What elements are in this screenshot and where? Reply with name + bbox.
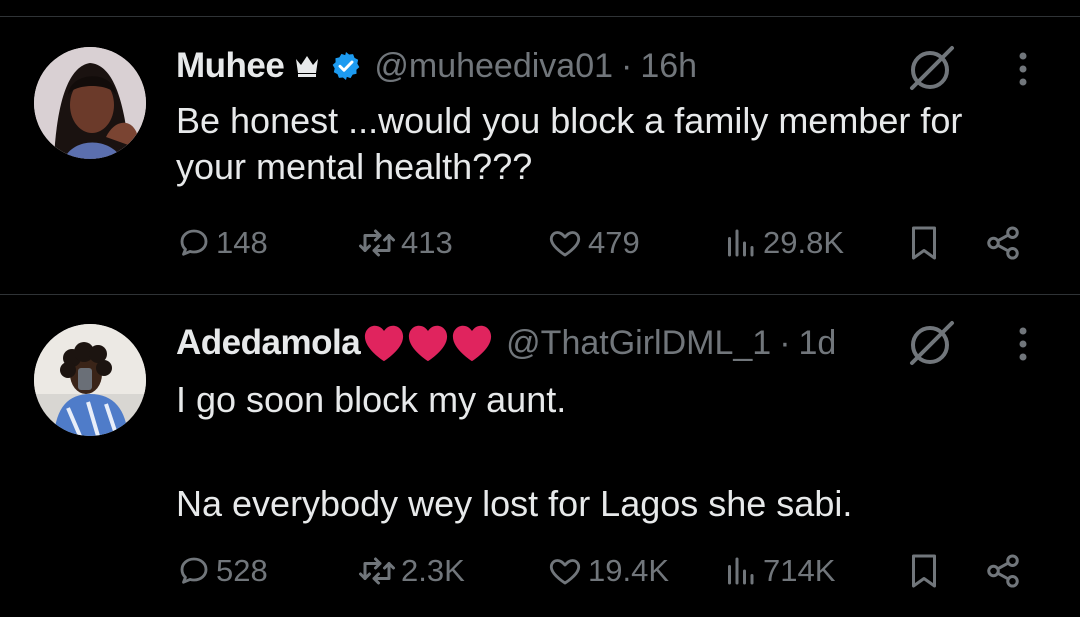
like-count: 19.4K (588, 553, 670, 588)
avatar[interactable] (34, 324, 146, 436)
verified-icon (330, 50, 362, 82)
reply-button[interactable]: 528 (176, 546, 268, 596)
tweet-header: Muhee @muheediva01 · 16h (176, 44, 697, 88)
heart-icon (549, 231, 581, 257)
reply-count: 528 (216, 553, 268, 588)
share-button[interactable] (984, 546, 1022, 596)
reply-icon (180, 557, 208, 584)
tweet-header: Adedamola @ThatGirlDML_1 · 1d (176, 321, 836, 365)
views-icon (728, 557, 754, 585)
name-emojis (362, 323, 494, 363)
share-button[interactable] (984, 218, 1022, 268)
repost-button[interactable]: 413 (357, 218, 453, 268)
more-options-icon[interactable] (1013, 317, 1033, 373)
reply-count: 148 (216, 225, 268, 260)
author-handle[interactable]: @muheediva01 (374, 47, 613, 86)
tweet[interactable]: Adedamola @ThatGirlDML_1 · 1d I go soon … (0, 295, 1080, 617)
views-count: 714K (763, 553, 836, 588)
tweet-actions: 528 2.3K 19.4K 714K (176, 546, 1080, 596)
heart-icon (549, 559, 581, 585)
more-options-icon[interactable] (1013, 42, 1033, 98)
repost-count: 413 (401, 225, 453, 260)
separator-dot: · (779, 323, 791, 362)
bookmark-icon (912, 554, 936, 588)
grok-icon[interactable] (904, 315, 960, 371)
views-button[interactable]: 29.8K (721, 218, 844, 268)
heart-emoji-icon (409, 325, 448, 362)
timestamp[interactable]: 16h (640, 47, 697, 86)
crown-icon (292, 51, 322, 81)
tweet-actions: 148 413 479 29.8K (176, 218, 1080, 268)
bookmark-button[interactable] (906, 218, 942, 268)
repost-count: 2.3K (401, 553, 465, 588)
like-button[interactable]: 19.4K (546, 546, 669, 596)
tweet-text: I go soon block my aunt. Na everybody we… (176, 379, 853, 524)
like-count: 479 (588, 225, 640, 260)
grok-icon[interactable] (904, 40, 960, 96)
bookmark-icon (912, 226, 936, 260)
heart-emoji-icon (453, 325, 492, 362)
separator-dot: · (621, 46, 633, 85)
reply-button[interactable]: 148 (176, 218, 268, 268)
share-icon (987, 226, 1019, 260)
repost-icon (359, 557, 395, 585)
tweet[interactable]: Muhee @muheediva01 · 16h Be honest ...wo… (0, 0, 1080, 294)
repost-icon (359, 229, 395, 257)
author-handle[interactable]: @ThatGirlDML_1 (506, 324, 771, 363)
bookmark-button[interactable] (906, 546, 942, 596)
like-button[interactable]: 479 (546, 218, 640, 268)
avatar[interactable] (34, 47, 146, 159)
reply-icon (180, 229, 208, 256)
views-button[interactable]: 714K (721, 546, 835, 596)
tweet-text: Be honest ...would you block a family me… (176, 100, 963, 187)
timestamp[interactable]: 1d (799, 324, 837, 363)
views-count: 29.8K (763, 225, 845, 260)
share-icon (987, 554, 1019, 588)
heart-emoji-icon (365, 325, 404, 362)
author-name[interactable]: Muhee (176, 46, 285, 86)
repost-button[interactable]: 2.3K (357, 546, 465, 596)
views-icon (728, 229, 754, 257)
author-name[interactable]: Adedamola (176, 323, 361, 363)
